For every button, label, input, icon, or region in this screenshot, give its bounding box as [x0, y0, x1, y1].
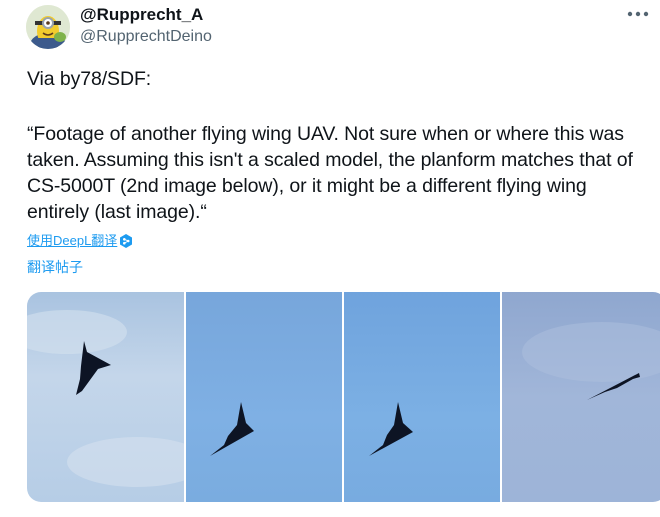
author-handle[interactable]: @RupprechtDeino	[80, 27, 212, 47]
tweet-text-line: CS-5000T (2nd image below), or it might …	[27, 175, 587, 197]
flying-wing-uav-icon	[210, 402, 255, 456]
deepl-logo-icon	[118, 233, 134, 249]
media-photo-3[interactable]	[344, 292, 501, 502]
tweet-text-line: entirely (last image).“	[27, 201, 207, 223]
media-photo-4[interactable]	[502, 292, 660, 502]
tweet-text-line: “Footage of another flying wing UAV. Not…	[27, 123, 624, 145]
flying-wing-uav-icon	[522, 322, 660, 400]
avatar[interactable]	[26, 5, 70, 49]
tweet-text-line: Via by78/SDF:	[27, 68, 152, 90]
more-options-icon[interactable]	[625, 6, 651, 22]
deepl-translate-link[interactable]: 使用DeepL翻译	[27, 232, 117, 250]
author-display-name[interactable]: @Rupprecht_A	[80, 5, 203, 25]
tweet-text-line: taken. Assuming this isn't a scaled mode…	[27, 149, 633, 171]
flying-wing-uav-icon	[369, 402, 414, 456]
media-grid	[27, 292, 660, 502]
media-photo-2[interactable]	[186, 292, 343, 502]
flying-wing-uav-icon	[27, 310, 185, 487]
media-photo-1[interactable]	[27, 292, 185, 502]
minion-avatar-icon	[26, 5, 70, 49]
translate-post-button[interactable]: 翻译帖子	[27, 257, 83, 277]
